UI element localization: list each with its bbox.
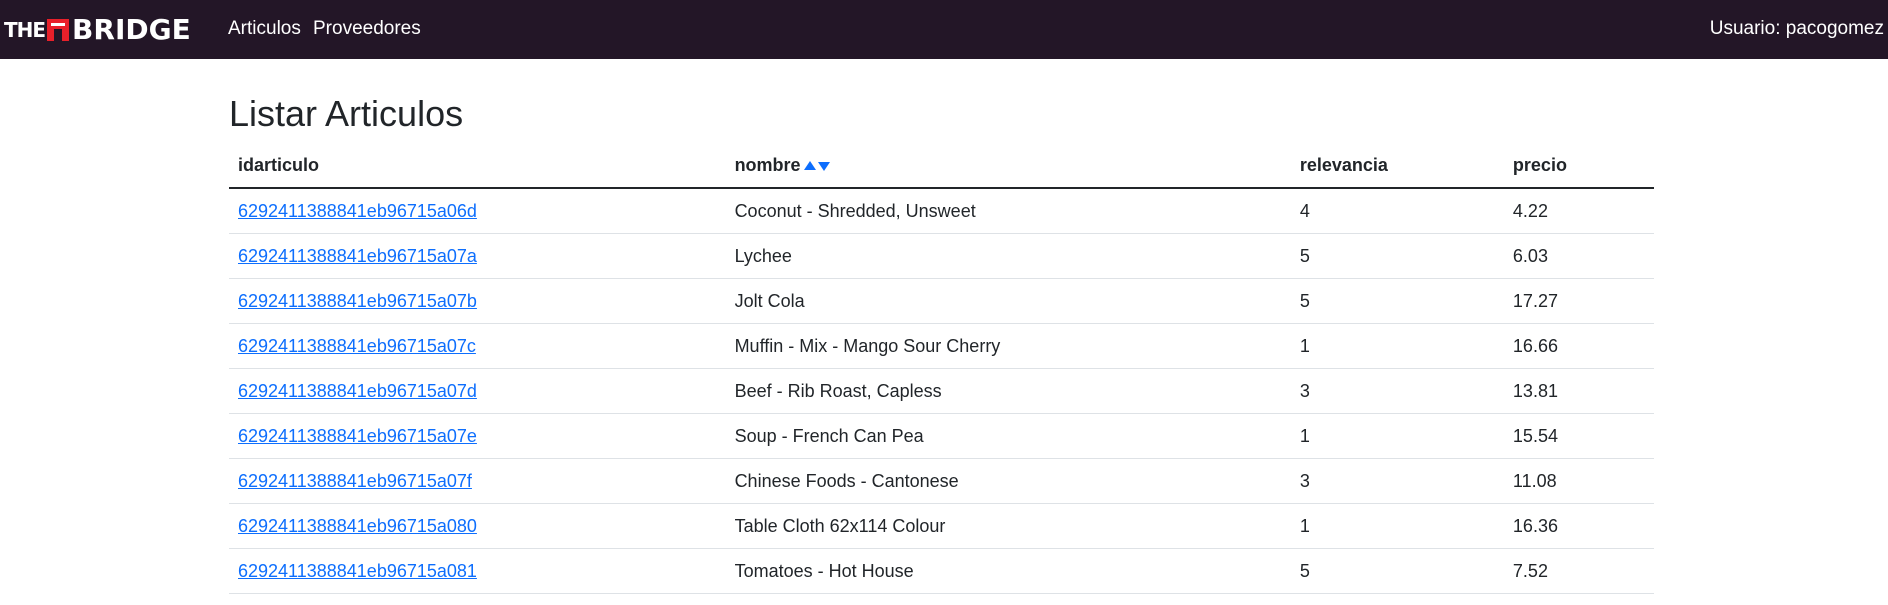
header-nombre: nombre — [725, 144, 1291, 189]
table-row: 6292411388841eb96715a07f Chinese Foods - … — [229, 458, 1654, 504]
cell-precio: 15.54 — [1503, 413, 1654, 459]
cell-relevancia: 5 — [1290, 548, 1504, 594]
idarticulo-link[interactable]: 6292411388841eb96715a080 — [238, 516, 477, 536]
cell-idarticulo: 6292411388841eb96715a07c — [229, 323, 726, 369]
nav-link-proveedores[interactable]: Proveedores — [313, 17, 421, 41]
cell-idarticulo: 6292411388841eb96715a07e — [229, 413, 726, 459]
articulos-table: idarticulo nombre relevancia precio 6292… — [229, 144, 1654, 594]
header-relevancia: relevancia — [1290, 144, 1504, 189]
header-nombre-label: nombre — [734, 155, 801, 175]
bridge-logo-icon — [47, 19, 70, 41]
header-relevancia-label: relevancia — [1299, 155, 1388, 175]
table-row: 6292411388841eb96715a07a Lychee 5 6.03 — [229, 233, 1654, 279]
cell-nombre: Lychee — [725, 233, 1291, 279]
table-row: 6292411388841eb96715a080 Table Cloth 62x1… — [229, 503, 1654, 549]
cell-idarticulo: 6292411388841eb96715a07d — [229, 368, 726, 414]
idarticulo-link[interactable]: 6292411388841eb96715a06d — [238, 201, 477, 221]
cell-nombre: Jolt Cola — [725, 278, 1291, 324]
cell-nombre: Table Cloth 62x114 Colour — [725, 503, 1291, 549]
top-navbar: THE BRIDGE Articulos Proveedores Usuario… — [0, 0, 1888, 59]
table-row: 6292411388841eb96715a07b Jolt Cola 5 17.27 — [229, 278, 1654, 324]
header-idarticulo-label: idarticulo — [238, 155, 320, 175]
header-precio-label: precio — [1512, 155, 1567, 175]
brand-the-text: THE — [4, 18, 46, 42]
cell-precio: 6.03 — [1503, 233, 1654, 279]
cell-nombre: Chinese Foods - Cantonese — [725, 458, 1291, 504]
cell-precio: 16.66 — [1503, 323, 1654, 369]
table-row: 6292411388841eb96715a07d Beef - Rib Roast… — [229, 368, 1654, 414]
cell-precio: 11.08 — [1503, 458, 1654, 504]
cell-relevancia: 1 — [1290, 503, 1504, 549]
idarticulo-link[interactable]: 6292411388841eb96715a07e — [238, 426, 477, 446]
cell-nombre: Soup - French Can Pea — [725, 413, 1291, 459]
table-row: 6292411388841eb96715a06d Coconut - Shredd… — [229, 188, 1654, 234]
table-row: 6292411388841eb96715a07e Soup - French Ca… — [229, 413, 1654, 459]
table-row: 6292411388841eb96715a081 Tomatoes - Hot H… — [229, 548, 1654, 594]
cell-relevancia: 1 — [1290, 323, 1504, 369]
page-title: Listar Articulos — [229, 93, 464, 134]
idarticulo-link[interactable]: 6292411388841eb96715a07b — [238, 291, 477, 311]
nav-link-articulos[interactable]: Articulos — [228, 17, 301, 41]
cell-idarticulo: 6292411388841eb96715a07b — [229, 278, 726, 324]
cell-relevancia: 3 — [1290, 368, 1504, 414]
table-row: 6292411388841eb96715a07c Muffin - Mix - M… — [229, 323, 1654, 369]
cell-nombre: Beef - Rib Roast, Capless — [725, 368, 1291, 414]
idarticulo-link[interactable]: 6292411388841eb96715a081 — [238, 561, 477, 581]
cell-precio: 17.27 — [1503, 278, 1654, 324]
table-body: 6292411388841eb96715a06d Coconut - Shredd… — [229, 188, 1654, 594]
sort-descending-icon[interactable] — [817, 160, 831, 172]
cell-relevancia: 5 — [1290, 233, 1504, 279]
cell-idarticulo: 6292411388841eb96715a07f — [229, 458, 726, 504]
user-label: Usuario: pacogomez — [1709, 18, 1884, 39]
sort-ascending-icon[interactable] — [803, 160, 817, 172]
cell-nombre: Muffin - Mix - Mango Sour Cherry — [725, 323, 1291, 369]
cell-idarticulo: 6292411388841eb96715a081 — [229, 548, 726, 594]
cell-nombre: Coconut - Shredded, Unsweet — [725, 188, 1291, 234]
sort-controls — [803, 160, 831, 172]
cell-relevancia: 5 — [1290, 278, 1504, 324]
brand-logo[interactable]: THE BRIDGE — [4, 16, 191, 44]
cell-precio: 16.36 — [1503, 503, 1654, 549]
idarticulo-link[interactable]: 6292411388841eb96715a07a — [238, 246, 477, 266]
cell-precio: 4.22 — [1503, 188, 1654, 234]
cell-idarticulo: 6292411388841eb96715a080 — [229, 503, 726, 549]
cell-precio: 7.52 — [1503, 548, 1654, 594]
cell-relevancia: 3 — [1290, 458, 1504, 504]
cell-idarticulo: 6292411388841eb96715a07a — [229, 233, 726, 279]
cell-idarticulo: 6292411388841eb96715a06d — [229, 188, 726, 234]
header-precio: precio — [1503, 144, 1654, 189]
idarticulo-link[interactable]: 6292411388841eb96715a07d — [238, 381, 477, 401]
idarticulo-link[interactable]: 6292411388841eb96715a07f — [238, 471, 472, 491]
brand-bridge-text: BRIDGE — [72, 13, 191, 46]
cell-nombre: Tomatoes - Hot House — [725, 548, 1291, 594]
idarticulo-link[interactable]: 6292411388841eb96715a07c — [238, 336, 476, 356]
header-idarticulo: idarticulo — [229, 144, 726, 189]
cell-precio: 13.81 — [1503, 368, 1654, 414]
cell-relevancia: 1 — [1290, 413, 1504, 459]
cell-relevancia: 4 — [1290, 188, 1504, 234]
table-header-row: idarticulo nombre relevancia precio — [229, 144, 1654, 189]
